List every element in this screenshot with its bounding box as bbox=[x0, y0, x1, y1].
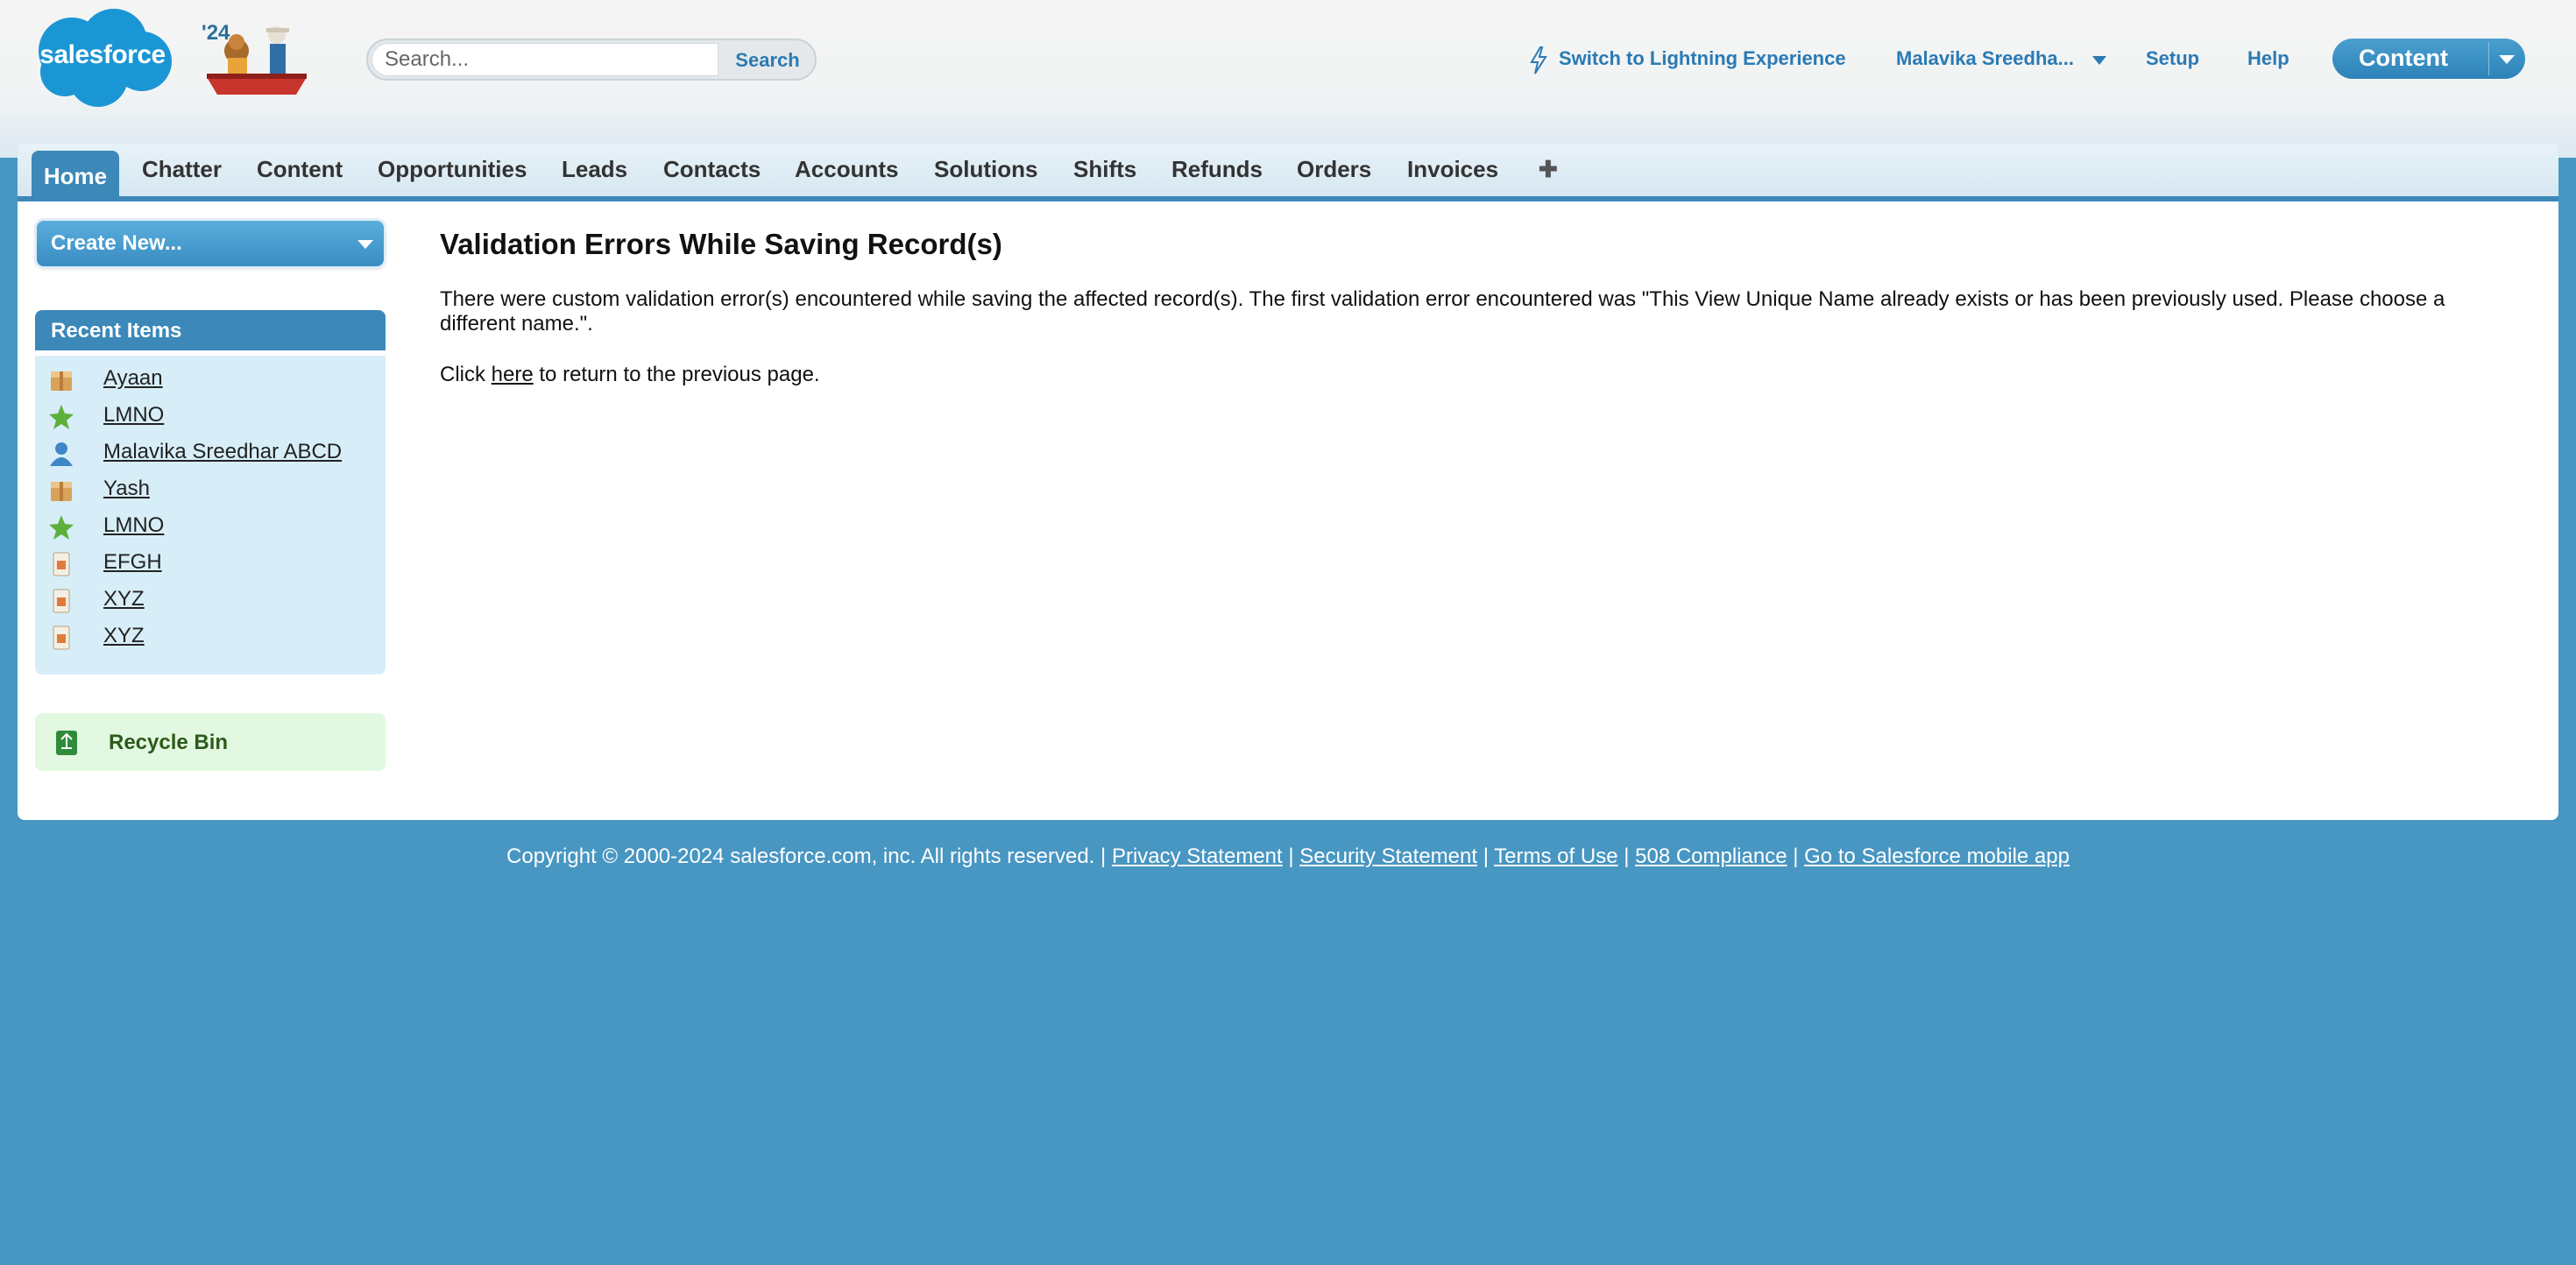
recent-item[interactable]: Malavika Sreedhar ABCD bbox=[35, 436, 386, 473]
recent-item[interactable]: LMNO bbox=[35, 399, 386, 436]
return-line: Click here to return to the previous pag… bbox=[440, 363, 2508, 387]
recent-item-label[interactable]: XYZ bbox=[103, 587, 145, 611]
global-search: Search bbox=[366, 39, 817, 81]
document-icon bbox=[53, 589, 70, 613]
tab-leads[interactable]: Leads bbox=[562, 156, 627, 183]
return-here-link[interactable]: here bbox=[492, 363, 534, 386]
setup-link[interactable]: Setup bbox=[2146, 47, 2199, 70]
user-menu-chevron-down-icon[interactable] bbox=[2092, 56, 2106, 65]
recent-item-label[interactable]: Ayaan bbox=[103, 366, 163, 391]
footer-separator: | bbox=[1288, 845, 1294, 868]
tab-solutions[interactable]: Solutions bbox=[934, 156, 1037, 183]
tab-opportunities[interactable]: Opportunities bbox=[378, 156, 527, 183]
recent-item-label[interactable]: LMNO bbox=[103, 403, 164, 428]
tab-invoices[interactable]: Invoices bbox=[1407, 156, 1498, 183]
page-title: Validation Errors While Saving Record(s) bbox=[440, 228, 1002, 260]
create-new-button[interactable]: Create New... bbox=[37, 221, 384, 266]
recycle-bin-label[interactable]: Recycle Bin bbox=[109, 731, 228, 755]
copyright: Copyright © 2000-2024 salesforce.com, in… bbox=[506, 845, 1095, 868]
tab-chatter[interactable]: Chatter bbox=[142, 156, 222, 183]
footer-separator: | bbox=[1793, 845, 1799, 868]
salesforce-logo[interactable]: salesforce bbox=[30, 7, 175, 107]
create-new-label: Create New... bbox=[51, 231, 182, 255]
document-icon bbox=[53, 625, 70, 650]
error-message: There were custom validation error(s) en… bbox=[440, 287, 2445, 336]
recent-item-label[interactable]: XYZ bbox=[103, 624, 145, 648]
logo-text: salesforce bbox=[39, 40, 166, 69]
footer-separator: | bbox=[1624, 845, 1630, 868]
box-icon bbox=[51, 371, 72, 391]
main-panel: Create New... Recent Items Ayaan LMNO Ma… bbox=[18, 201, 2558, 820]
return-prefix: Click bbox=[440, 363, 485, 386]
recycle-bin[interactable]: Recycle Bin bbox=[35, 713, 386, 771]
recycle-bin-icon bbox=[56, 731, 77, 755]
tab-accounts[interactable]: Accounts bbox=[795, 156, 898, 183]
recent-item[interactable]: XYZ bbox=[35, 620, 386, 657]
global-header: salesforce '24 Search Switch to Lightnin… bbox=[0, 0, 2576, 158]
box-icon bbox=[51, 482, 72, 501]
tab-content[interactable]: Content bbox=[257, 156, 343, 183]
search-input[interactable] bbox=[372, 43, 718, 76]
app-switcher-button[interactable]: Content bbox=[2332, 39, 2525, 79]
switch-to-lightning-link[interactable]: Switch to Lightning Experience bbox=[1559, 47, 1846, 70]
security-statement-link[interactable]: Security Statement bbox=[1299, 845, 1477, 868]
terms-of-use-link[interactable]: Terms of Use bbox=[1494, 845, 1617, 868]
tab-home[interactable]: Home bbox=[32, 151, 119, 196]
508-compliance-link[interactable]: 508 Compliance bbox=[1635, 845, 1787, 868]
tab-home-label: Home bbox=[43, 163, 108, 189]
chevron-down-icon bbox=[357, 240, 373, 249]
recent-item-label[interactable]: Malavika Sreedhar ABCD bbox=[103, 440, 342, 464]
footer-separator: | bbox=[1483, 845, 1489, 868]
star-icon bbox=[49, 515, 74, 540]
tab-shifts[interactable]: Shifts bbox=[1073, 156, 1136, 183]
user-icon bbox=[50, 442, 73, 466]
recent-items-title: Recent Items bbox=[51, 319, 182, 343]
recent-item[interactable]: Yash bbox=[35, 473, 386, 510]
tab-bar: Home Chatter Content Opportunities Leads… bbox=[18, 144, 2558, 201]
recent-item-label[interactable]: LMNO bbox=[103, 513, 164, 538]
recent-item[interactable]: Ayaan bbox=[35, 363, 386, 399]
error-content: Validation Errors While Saving Record(s)… bbox=[440, 228, 2508, 413]
help-link[interactable]: Help bbox=[2247, 47, 2289, 70]
release-badge: '24 bbox=[200, 16, 314, 100]
star-icon bbox=[49, 405, 74, 429]
tab-contacts[interactable]: Contacts bbox=[663, 156, 761, 183]
recent-item[interactable]: XYZ bbox=[35, 583, 386, 620]
footer-separator: | bbox=[1100, 845, 1107, 868]
chevron-down-icon[interactable] bbox=[2499, 55, 2515, 64]
mobile-app-link[interactable]: Go to Salesforce mobile app bbox=[1804, 845, 2070, 868]
recent-item[interactable]: EFGH bbox=[35, 547, 386, 583]
lightning-bolt-icon bbox=[1530, 46, 1547, 74]
all-tabs-plus-icon[interactable]: ✚ bbox=[1539, 156, 1558, 183]
return-suffix: to return to the previous page. bbox=[539, 363, 820, 386]
tab-orders[interactable]: Orders bbox=[1297, 156, 1371, 183]
recent-items-header: Recent Items bbox=[35, 310, 386, 350]
document-icon bbox=[53, 552, 70, 576]
recent-item[interactable]: LMNO bbox=[35, 510, 386, 547]
privacy-statement-link[interactable]: Privacy Statement bbox=[1112, 845, 1283, 868]
release-year: '24 bbox=[202, 21, 230, 45]
app-switcher-divider bbox=[2488, 42, 2489, 75]
app-switcher-label: Content bbox=[2359, 45, 2448, 71]
user-menu[interactable]: Malavika Sreedha... bbox=[1896, 47, 2074, 70]
footer: Copyright © 2000-2024 salesforce.com, in… bbox=[0, 845, 2576, 869]
recent-item-label[interactable]: Yash bbox=[103, 477, 150, 501]
recent-item-label[interactable]: EFGH bbox=[103, 550, 162, 575]
tab-refunds[interactable]: Refunds bbox=[1171, 156, 1263, 183]
search-button[interactable]: Search bbox=[724, 46, 811, 75]
recent-items-list: Ayaan LMNO Malavika Sreedhar ABCD Yash L… bbox=[35, 356, 386, 675]
